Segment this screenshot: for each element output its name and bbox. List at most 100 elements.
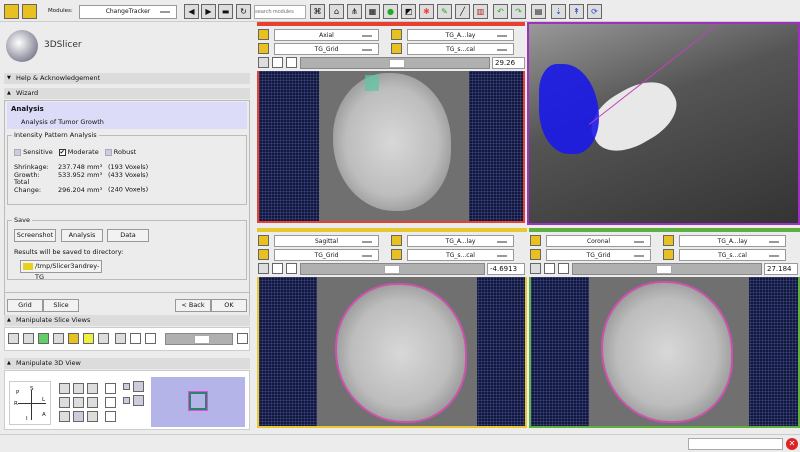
foreground-layer-icon[interactable] [391,29,402,40]
visibility-toggle-icon[interactable] [272,57,283,68]
directory-button[interactable]: /tmp/Slicer3andrey-TG [20,260,102,281]
sagittal-label-select[interactable]: TG_s...cal [407,249,514,261]
axial-label-select[interactable]: TG_s...cal [407,43,514,55]
snapshot-icon[interactable] [87,411,98,422]
axial-offset-slider[interactable] [300,57,490,69]
home-icon[interactable]: ⌂ [329,4,344,19]
sagittal-foreground-select[interactable]: TG_A...lay [407,235,514,247]
compare-icon[interactable] [145,333,156,344]
axial-background-select[interactable]: TG_Grid [274,43,379,55]
rotate-icon[interactable] [59,383,70,394]
sagittal-background-select[interactable]: TG_Grid [274,249,379,261]
wizard-section-header[interactable]: Wizard [4,88,250,99]
orientation-widget[interactable]: SP RL IA [9,381,51,425]
spacing-icon[interactable] [68,333,79,344]
spin-360-icon[interactable] [133,381,144,392]
sensitive-checkbox[interactable]: Sensitive [14,148,53,156]
background-icon[interactable] [258,43,269,54]
prev-module-icon[interactable]: ◀ [184,4,199,19]
pitch-icon[interactable] [59,411,70,422]
3d-view[interactable] [527,22,800,225]
undo-icon[interactable]: ↶ [493,4,508,19]
layout-icon[interactable]: ▤ [531,4,546,19]
spin-checkbox[interactable] [123,383,130,390]
box-icon[interactable] [73,397,84,408]
camera-icon[interactable] [87,397,98,408]
axial-orientation-select[interactable]: Axial [274,29,379,41]
center-icon[interactable] [73,383,84,394]
sagittal-offset-slider[interactable] [300,263,485,275]
spin-icon[interactable] [59,397,70,408]
binoculars-icon[interactable]: ⌘ [310,4,325,19]
foreground-icon[interactable] [530,235,541,246]
more-options-icon[interactable] [558,263,569,274]
module-select[interactable]: ChangeTracker [79,5,177,19]
refresh-icon[interactable]: ↻ [236,4,251,19]
foreground-icon[interactable] [258,235,269,246]
data-button[interactable]: Data [107,229,149,242]
save-scene-icon[interactable] [22,4,37,19]
search-modules-input[interactable] [254,5,306,19]
manipulate-slice-views-header[interactable]: Manipulate Slice Views [4,315,250,326]
rock-icon[interactable] [133,395,144,406]
axial-slice-view[interactable] [257,71,525,223]
fov-3d-icon[interactable] [87,383,98,394]
screenshot-button[interactable]: Screenshot [14,229,56,242]
volumes-icon[interactable]: ▦ [365,4,380,19]
eye-icon[interactable] [8,333,19,344]
label-layer-icon[interactable] [663,249,674,260]
error-log-icon[interactable]: ✕ [786,438,798,450]
module-history-icon[interactable]: ▬ [218,4,233,19]
link-slices-icon[interactable] [258,263,269,274]
moderate-checkbox[interactable]: ✔ Moderate [58,148,99,156]
mouse-rotate-icon[interactable]: ⟳ [587,4,602,19]
annotation-icon[interactable] [53,333,64,344]
opacity-icon[interactable] [38,333,49,344]
grid-icon[interactable] [98,333,109,344]
label-layer-icon[interactable] [391,249,402,260]
color-table-icon[interactable]: ▥ [473,4,488,19]
fiducials-icon[interactable]: ✱ [419,4,434,19]
ok-button[interactable]: OK [211,299,247,312]
link-icon[interactable] [237,333,248,344]
help-section-header[interactable]: Help & Acknowledgement [4,73,250,84]
background-icon[interactable] [530,249,541,260]
robust-checkbox[interactable]: Robust [104,148,136,156]
background-icon[interactable] [258,249,269,260]
visibility-toggle-icon[interactable] [272,263,283,274]
visibility-toggle-icon[interactable] [544,263,555,274]
load-scene-icon[interactable] [4,4,19,19]
coronal-slice-view[interactable] [529,277,800,428]
redo-icon[interactable]: ↷ [511,4,526,19]
coronal-offset-slider[interactable] [572,263,762,275]
foreground-layer-icon[interactable] [663,235,674,246]
link-slices-icon[interactable] [258,57,269,68]
transforms-icon[interactable]: ◩ [401,4,416,19]
axial-offset-value[interactable]: 29.26 [492,57,525,69]
data-tree-icon[interactable]: ⋔ [347,4,362,19]
zoom-out-icon[interactable] [105,397,116,408]
sagittal-slice-view[interactable] [257,277,527,428]
label-layer-icon[interactable] [391,43,402,54]
mouse-pick-icon[interactable]: ⇣ [551,4,566,19]
slice-button[interactable]: Slice [43,299,79,312]
link-slices-icon[interactable] [530,263,541,274]
more-options-icon[interactable] [286,57,297,68]
back-button[interactable]: < Back [175,299,211,312]
layout-icon[interactable] [115,333,126,344]
crosshair-icon[interactable] [83,333,94,344]
visibility-icon[interactable] [73,411,84,422]
more-options-icon[interactable] [286,263,297,274]
foreground-layer-icon[interactable] [391,235,402,246]
coronal-foreground-select[interactable]: TG_A...lay [679,235,786,247]
lightbox-icon[interactable] [130,333,141,344]
zoom-in-icon[interactable] [105,383,116,394]
mouse-place-icon[interactable]: ↟ [569,4,584,19]
next-module-icon[interactable]: ▶ [201,4,216,19]
3d-navigator[interactable] [151,377,245,427]
coronal-label-select[interactable]: TG_s...cal [679,249,786,261]
coronal-orientation-select[interactable]: Coronal [546,235,651,247]
fade-slider[interactable] [165,333,233,345]
coronal-background-select[interactable]: TG_Grid [546,249,651,261]
coronal-offset-value[interactable]: 27.184 [764,263,798,275]
